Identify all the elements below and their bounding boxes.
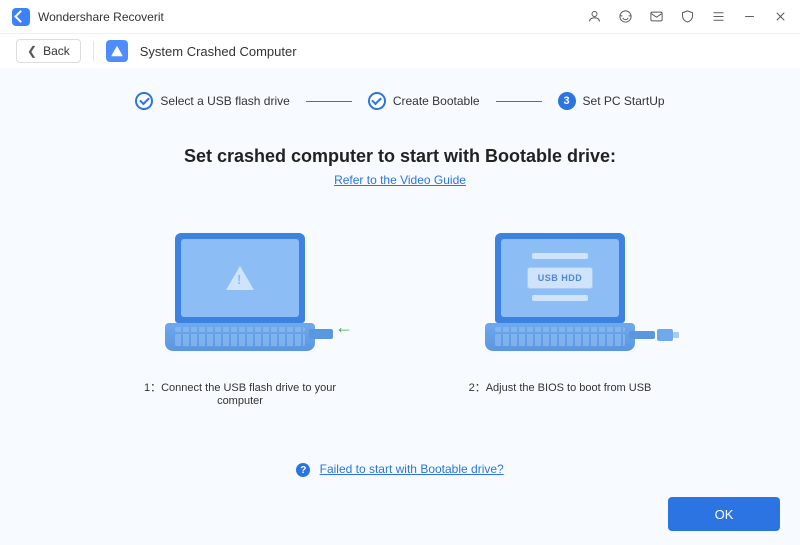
ok-button[interactable]: OK	[668, 497, 780, 531]
mail-icon[interactable]	[649, 9, 664, 24]
wizard-steps: Select a USB flash drive Create Bootable…	[40, 92, 760, 110]
titlebar: Wondershare Recoverit	[0, 0, 800, 34]
step-label: Select a USB flash drive	[160, 94, 289, 108]
app-title: Wondershare Recoverit	[38, 10, 587, 24]
divider	[93, 41, 94, 61]
step-connector	[306, 101, 352, 102]
close-icon[interactable]	[773, 9, 788, 24]
help-icon: ?	[296, 463, 310, 477]
step-label: Set PC StartUp	[583, 94, 665, 108]
illustration-1: ← 1：Connect the USB flash drive to your …	[130, 217, 350, 407]
video-guide-link[interactable]: Refer to the Video Guide	[40, 173, 760, 187]
mode-label: System Crashed Computer	[140, 44, 297, 59]
minimize-icon[interactable]	[742, 9, 757, 24]
breadcrumb-bar: ❮ Back System Crashed Computer	[0, 34, 800, 68]
help-row: ? Failed to start with Bootable drive?	[0, 462, 800, 478]
app-logo-icon	[12, 8, 30, 26]
account-icon[interactable]	[587, 9, 602, 24]
shield-icon[interactable]	[680, 9, 695, 24]
menu-icon[interactable]	[711, 9, 726, 24]
laptop-connect-usb-icon: ←	[150, 217, 330, 367]
chevron-left-icon: ❮	[27, 44, 37, 58]
step-number-icon: 3	[558, 92, 576, 110]
back-button[interactable]: ❮ Back	[16, 39, 81, 63]
window-controls	[587, 9, 788, 24]
usb-stick-icon	[657, 329, 673, 341]
step-connector	[496, 101, 542, 102]
step-2: Create Bootable	[368, 92, 480, 110]
usb-hdd-label: USB HDD	[527, 267, 593, 289]
laptop-bios-usb-icon: USB HDD	[470, 217, 650, 367]
step-label: Create Bootable	[393, 94, 480, 108]
help-link[interactable]: Failed to start with Bootable drive?	[320, 462, 504, 476]
support-icon[interactable]	[618, 9, 633, 24]
step-3: 3 Set PC StartUp	[558, 92, 665, 110]
illustration-2: USB HDD 2：Adjust the BIOS to boot from U…	[450, 217, 670, 407]
arrow-left-icon: ←	[335, 317, 353, 338]
back-label: Back	[43, 44, 70, 58]
page-title: Set crashed computer to start with Boota…	[40, 146, 760, 167]
illustration-caption: 1：Connect the USB flash drive to your co…	[130, 379, 350, 407]
warning-icon	[226, 266, 254, 290]
step-1: Select a USB flash drive	[135, 92, 289, 110]
check-icon	[135, 92, 153, 110]
illustration-caption: 2：Adjust the BIOS to boot from USB	[469, 379, 652, 395]
system-crash-icon	[106, 40, 128, 62]
illustration-row: ← 1：Connect the USB flash drive to your …	[40, 217, 760, 407]
check-icon	[368, 92, 386, 110]
content-area: Select a USB flash drive Create Bootable…	[0, 68, 800, 545]
